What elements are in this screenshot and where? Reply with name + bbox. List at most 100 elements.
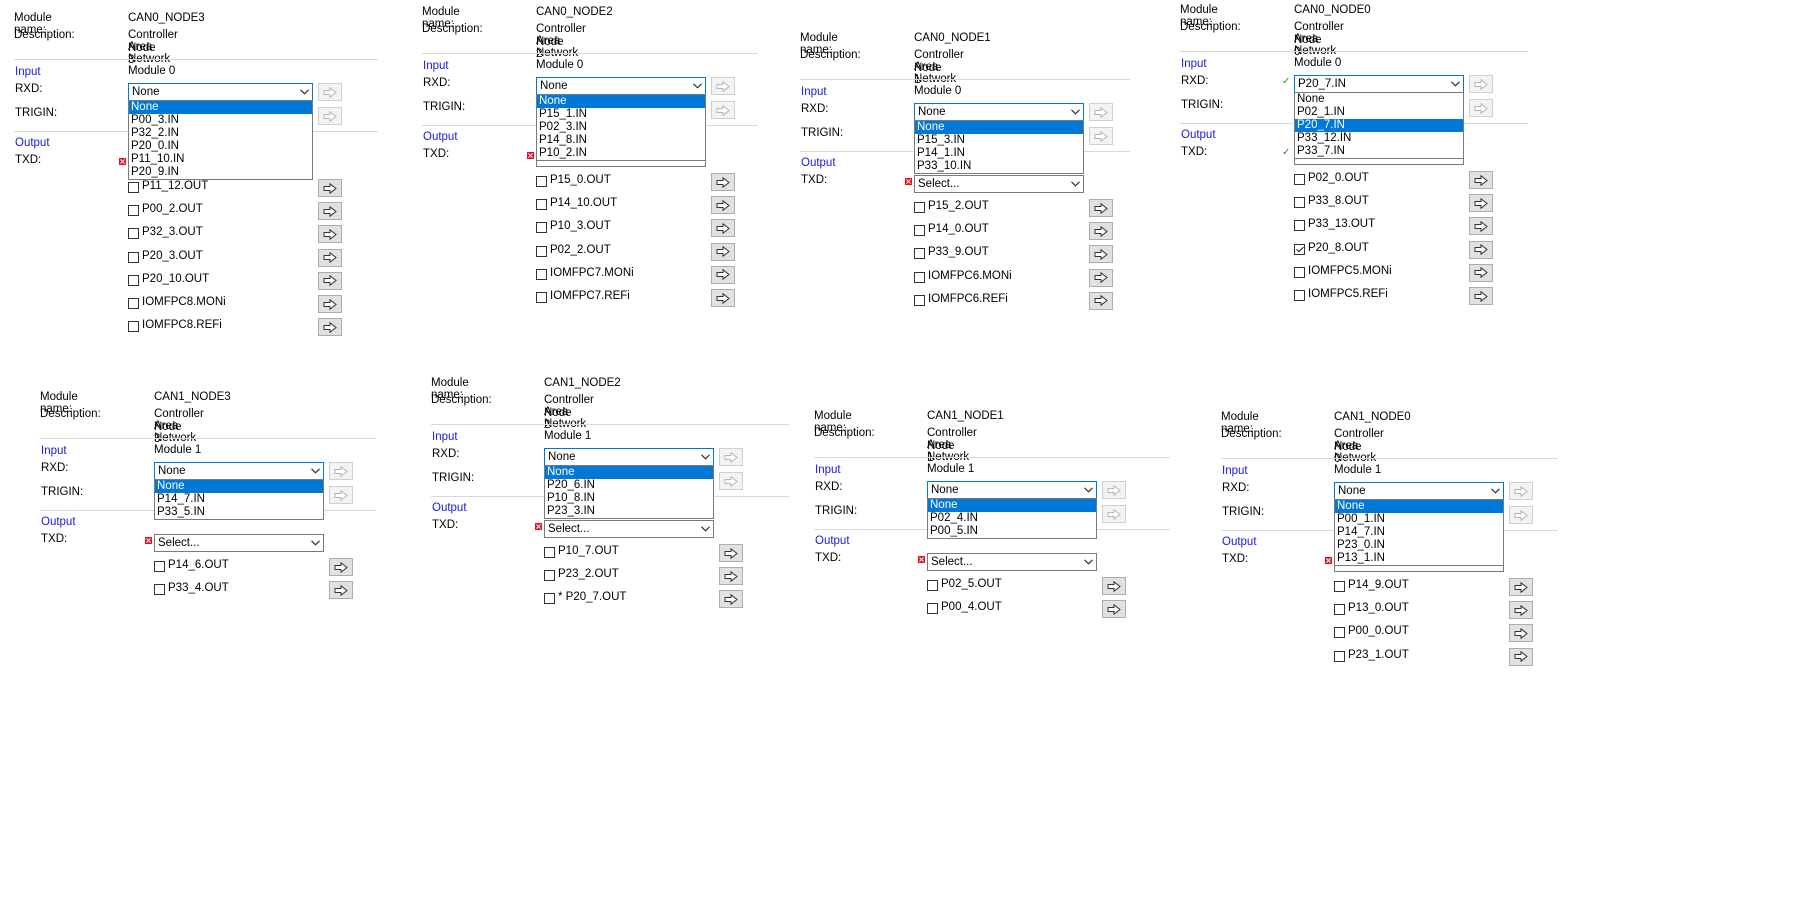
- txd-option-assign-button[interactable]: [1469, 217, 1493, 236]
- rxd-dropdown-option[interactable]: P14_8.IN: [537, 134, 705, 147]
- txd-option-checkbox[interactable]: [1334, 650, 1345, 662]
- chevron-down-icon[interactable]: [1080, 482, 1096, 498]
- chevron-down-icon[interactable]: [1487, 483, 1503, 499]
- txd-option-checkbox[interactable]: [536, 292, 547, 303]
- chevron-down-icon[interactable]: [1447, 76, 1463, 92]
- rxd-dropdown-option[interactable]: P00_5.IN: [928, 525, 1096, 538]
- txd-option-checkbox[interactable]: [1294, 266, 1305, 278]
- txd-option-checkbox[interactable]: [536, 245, 547, 257]
- txd-option-checkbox[interactable]: [536, 199, 547, 211]
- txd-combobox[interactable]: Select...: [154, 534, 324, 552]
- rxd-combobox[interactable]: None: [914, 103, 1084, 121]
- txd-option-checkbox[interactable]: [536, 222, 547, 234]
- rxd-combobox[interactable]: None: [128, 83, 313, 101]
- txd-option-assign-button[interactable]: [1089, 199, 1113, 217]
- rxd-assign-button[interactable]: [318, 83, 342, 101]
- rxd-dropdown-option[interactable]: P00_1.IN: [1335, 513, 1503, 526]
- txd-option-assign-button[interactable]: [318, 202, 342, 221]
- txd-option-checkbox[interactable]: [544, 593, 555, 605]
- txd-option-checkbox[interactable]: [1294, 243, 1305, 255]
- rxd-dropdown-option[interactable]: P33_10.IN: [915, 160, 1083, 173]
- txd-option-checkbox[interactable]: [1334, 627, 1345, 639]
- txd-option-assign-button[interactable]: [1469, 263, 1493, 282]
- txd-option-assign-button[interactable]: [1469, 287, 1493, 305]
- txd-option-assign-button[interactable]: [318, 271, 342, 290]
- chevron-down-icon[interactable]: [307, 535, 323, 551]
- txd-option-assign-button[interactable]: [711, 173, 735, 191]
- rxd-dropdown-option[interactable]: None: [129, 101, 312, 114]
- txd-option-checkbox[interactable]: [128, 205, 139, 217]
- chevron-down-icon[interactable]: [296, 84, 312, 100]
- rxd-assign-button[interactable]: [1469, 75, 1493, 93]
- rxd-assign-button[interactable]: [719, 448, 743, 466]
- txd-option-checkbox[interactable]: [914, 225, 925, 237]
- trigin-assign-button[interactable]: [1469, 99, 1493, 117]
- rxd-combobox[interactable]: None: [927, 481, 1097, 499]
- txd-option-checkbox[interactable]: [914, 271, 925, 283]
- chevron-down-icon[interactable]: [1067, 104, 1083, 120]
- txd-option-checkbox[interactable]: [128, 228, 139, 240]
- rxd-dropdown-option[interactable]: P10_8.IN: [545, 492, 713, 505]
- txd-option-assign-button[interactable]: [1509, 601, 1533, 620]
- rxd-dropdown-option[interactable]: P02_1.IN: [1295, 106, 1463, 119]
- rxd-dropdown-option[interactable]: P15_1.IN: [537, 108, 705, 121]
- txd-option-checkbox[interactable]: [128, 321, 139, 333]
- txd-combobox[interactable]: Select...: [914, 175, 1084, 193]
- rxd-dropdown-option[interactable]: P33_12.IN: [1295, 132, 1463, 145]
- rxd-assign-button[interactable]: [711, 77, 735, 95]
- txd-option-checkbox[interactable]: [1334, 581, 1345, 592]
- rxd-assign-button[interactable]: [329, 462, 353, 480]
- txd-combobox[interactable]: Select...: [544, 520, 714, 538]
- rxd-dropdown-option[interactable]: P13_1.IN: [1335, 552, 1503, 565]
- txd-option-assign-button[interactable]: [1469, 194, 1493, 213]
- rxd-dropdown-option[interactable]: P20_6.IN: [545, 479, 713, 492]
- chevron-down-icon[interactable]: [307, 463, 323, 479]
- txd-option-checkbox[interactable]: [914, 294, 925, 306]
- txd-option-checkbox[interactable]: [128, 251, 139, 263]
- txd-option-checkbox[interactable]: [1334, 604, 1345, 616]
- rxd-combobox[interactable]: None: [154, 462, 324, 480]
- txd-option-assign-button[interactable]: [1509, 647, 1533, 666]
- txd-option-assign-button[interactable]: [711, 196, 735, 215]
- rxd-dropdown-option[interactable]: None: [155, 480, 323, 493]
- txd-option-assign-button[interactable]: [1089, 291, 1113, 310]
- rxd-dropdown-option[interactable]: None: [537, 95, 705, 108]
- trigin-assign-button[interactable]: [1509, 506, 1533, 524]
- rxd-dropdown-option[interactable]: None: [928, 499, 1096, 512]
- txd-option-assign-button[interactable]: [318, 318, 342, 337]
- txd-option-checkbox[interactable]: [927, 603, 938, 615]
- txd-option-assign-button[interactable]: [1469, 171, 1493, 189]
- rxd-combobox[interactable]: None: [544, 448, 714, 466]
- trigin-assign-button[interactable]: [318, 107, 342, 125]
- txd-option-checkbox[interactable]: [1294, 174, 1305, 185]
- trigin-assign-button[interactable]: [711, 101, 735, 119]
- txd-option-assign-button[interactable]: [1102, 600, 1126, 619]
- txd-option-assign-button[interactable]: [318, 225, 342, 244]
- txd-option-assign-button[interactable]: [1089, 268, 1113, 287]
- rxd-dropdown-option[interactable]: P11_10.IN: [129, 153, 312, 166]
- txd-option-checkbox[interactable]: [914, 202, 925, 213]
- txd-option-assign-button[interactable]: [711, 289, 735, 307]
- rxd-dropdown-option[interactable]: P14_7.IN: [155, 493, 323, 506]
- txd-option-assign-button[interactable]: [711, 242, 735, 261]
- rxd-dropdown-option[interactable]: P02_3.IN: [537, 121, 705, 134]
- txd-option-assign-button[interactable]: [329, 581, 353, 600]
- rxd-dropdown-option[interactable]: P00_3.IN: [129, 114, 312, 127]
- rxd-assign-button[interactable]: [1089, 103, 1113, 121]
- txd-option-assign-button[interactable]: [719, 544, 743, 562]
- txd-option-assign-button[interactable]: [1089, 245, 1113, 264]
- trigin-assign-button[interactable]: [1102, 505, 1126, 523]
- rxd-dropdown-option[interactable]: P20_0.IN: [129, 140, 312, 153]
- txd-option-checkbox[interactable]: [154, 584, 165, 596]
- txd-option-assign-button[interactable]: [1509, 624, 1533, 643]
- txd-option-assign-button[interactable]: [1089, 222, 1113, 241]
- txd-option-checkbox[interactable]: [544, 570, 555, 582]
- rxd-dropdown-option[interactable]: P14_1.IN: [915, 147, 1083, 160]
- txd-option-assign-button[interactable]: [711, 265, 735, 284]
- chevron-down-icon[interactable]: [689, 78, 705, 94]
- rxd-dropdown-option[interactable]: P23_3.IN: [545, 505, 713, 518]
- rxd-dropdown-option[interactable]: P15_3.IN: [915, 134, 1083, 147]
- chevron-down-icon[interactable]: [697, 521, 713, 537]
- txd-option-assign-button[interactable]: [1509, 578, 1533, 596]
- trigin-assign-button[interactable]: [719, 472, 743, 490]
